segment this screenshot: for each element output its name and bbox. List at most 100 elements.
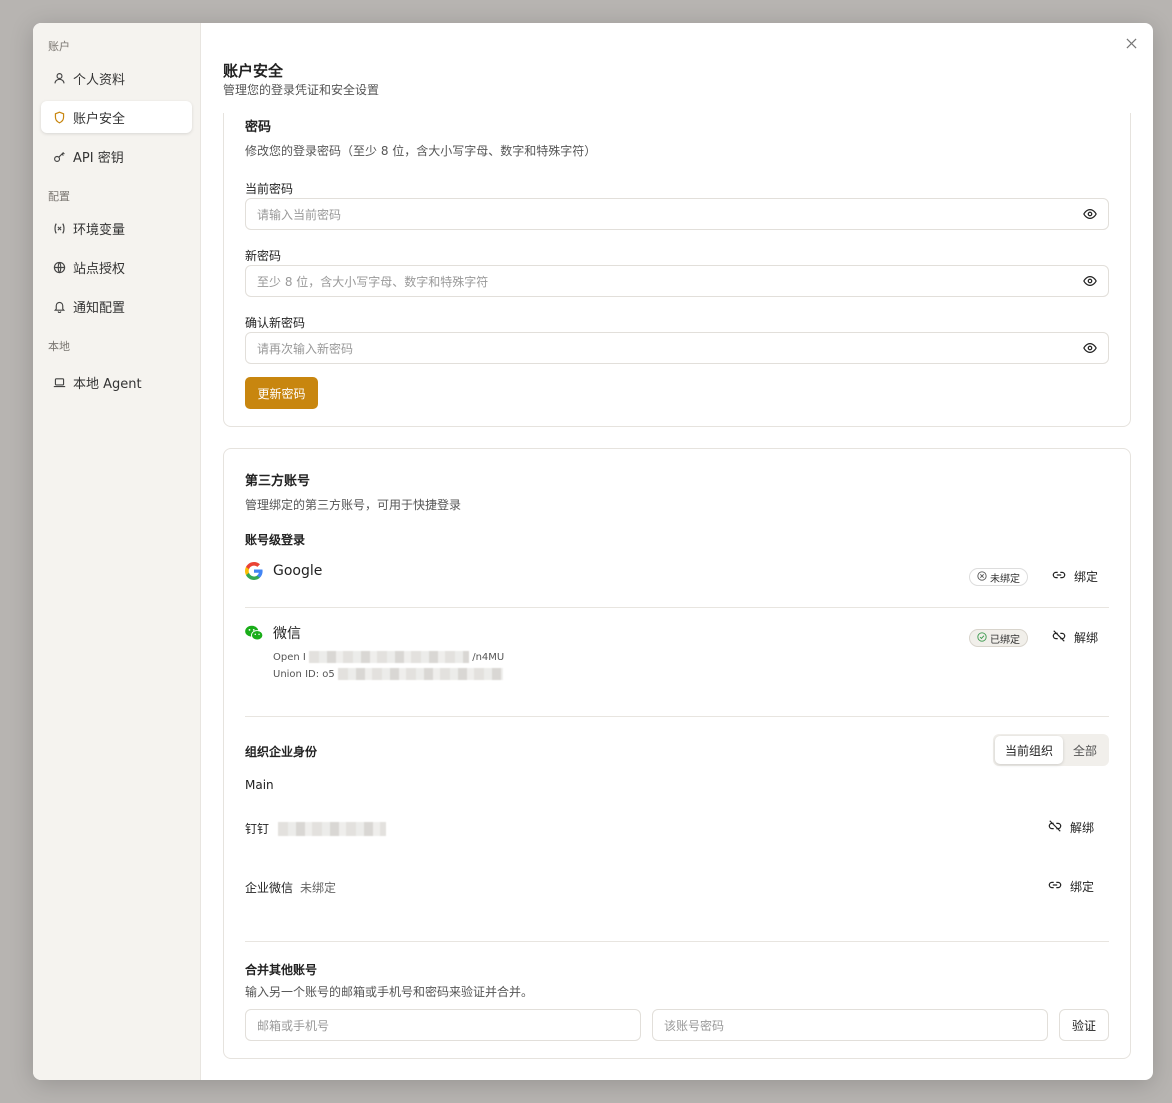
page-header: 账户安全 管理您的登录凭证和安全设置 xyxy=(223,61,379,99)
sidebar-item-notifications[interactable]: 通知配置 xyxy=(41,290,192,322)
org-scope-toggle: 当前组织 全部 xyxy=(992,734,1109,766)
sidebar-item-label: 个人资料 xyxy=(73,72,126,88)
google-bind-label: 绑定 xyxy=(1073,570,1098,584)
redacted-value xyxy=(309,651,470,663)
dingtalk-row: 钉钉 xyxy=(245,820,387,837)
sidebar-item-local-agent[interactable]: 本地 Agent xyxy=(41,366,192,398)
org-name: Main xyxy=(245,778,274,792)
new-password-field[interactable]: 至少 8 位，含大小写字母、数字和特殊字符 xyxy=(245,265,1109,297)
current-password-field[interactable]: 请输入当前密码 xyxy=(245,198,1109,230)
link-icon xyxy=(1052,568,1066,585)
unlink-icon xyxy=(1052,629,1066,646)
eye-icon[interactable] xyxy=(1083,207,1097,221)
shield-icon xyxy=(52,110,66,124)
wechat-status-text: 已绑定 xyxy=(990,634,1020,646)
sidebar: 账户 个人资料 账户安全 API 密钥 配置 环境变量 站点授权 通知配置 本地 xyxy=(33,23,201,1080)
google-bind-button[interactable]: 绑定 xyxy=(1052,568,1098,585)
eye-icon[interactable] xyxy=(1083,274,1097,288)
union-id-prefix: o5 xyxy=(322,669,335,680)
wechat-unbind-button[interactable]: 解绑 xyxy=(1052,629,1098,646)
divider xyxy=(245,607,1109,608)
main-panel: 账户安全 管理您的登录凭证和安全设置 密码 修改您的登录密码（至少 8 位，含大… xyxy=(201,23,1153,1080)
unlink-icon xyxy=(1048,819,1062,836)
confirm-password-field[interactable]: 请再次输入新密码 xyxy=(245,332,1109,364)
sidebar-item-site-auth[interactable]: 站点授权 xyxy=(41,251,192,283)
sidebar-item-security[interactable]: 账户安全 xyxy=(41,101,192,133)
current-password-placeholder: 请输入当前密码 xyxy=(257,207,342,222)
merge-password-input[interactable]: 该账号密码 xyxy=(652,1009,1048,1041)
scope-all[interactable]: 全部 xyxy=(1063,736,1107,764)
close-button[interactable] xyxy=(1123,35,1139,51)
sidebar-item-label: 本地 Agent xyxy=(73,376,142,392)
password-card: 密码 修改您的登录密码（至少 8 位，含大小写字母、数字和特殊字符） 当前密码 … xyxy=(223,113,1131,427)
dingtalk-name: 钉钉 xyxy=(245,822,270,836)
variable-icon xyxy=(52,221,66,235)
wechat-unbind-label: 解绑 xyxy=(1073,631,1098,645)
scope-current-org[interactable]: 当前组织 xyxy=(994,736,1063,764)
laptop-icon xyxy=(52,375,66,389)
merge-title: 合并其他账号 xyxy=(245,963,318,977)
union-id-label: Union ID: xyxy=(273,669,320,680)
password-subtitle: 修改您的登录密码（至少 8 位，含大小写字母、数字和特殊字符） xyxy=(245,144,597,158)
wecom-bind-label: 绑定 xyxy=(1069,880,1094,894)
third-party-title: 第三方账号 xyxy=(245,474,311,489)
wechat-name: 微信 xyxy=(273,626,301,642)
sidebar-item-label: 站点授权 xyxy=(73,261,126,277)
open-id-label: Open I xyxy=(273,652,306,663)
update-password-button[interactable]: 更新密码 xyxy=(245,377,318,409)
google-name: Google xyxy=(273,563,323,579)
new-password-placeholder: 至少 8 位，含大小写字母、数字和特殊字符 xyxy=(257,274,489,289)
wechat-logo-icon xyxy=(245,624,263,642)
wechat-row: 微信 xyxy=(245,623,301,643)
google-row: Google xyxy=(245,562,322,580)
third-party-subtitle: 管理绑定的第三方账号，可用于快捷登录 xyxy=(245,498,462,512)
merge-subtitle: 输入另一个账号的邮箱或手机号和密码来验证并合并。 xyxy=(245,985,534,999)
wechat-open-id: Open I /n4MU xyxy=(273,651,504,663)
sidebar-item-label: 账户安全 xyxy=(73,111,126,127)
verify-button[interactable]: 验证 xyxy=(1059,1009,1109,1041)
dingtalk-unbind-label: 解绑 xyxy=(1069,821,1094,835)
current-password-label: 当前密码 xyxy=(245,182,294,196)
merge-account-placeholder: 邮箱或手机号 xyxy=(257,1018,330,1033)
sidebar-item-env-vars[interactable]: 环境变量 xyxy=(41,212,192,244)
bell-icon xyxy=(52,299,66,313)
wechat-union-id: Union ID: o5 xyxy=(273,668,503,680)
google-status-badge: 未绑定 xyxy=(969,568,1028,586)
account-level-label: 账号级登录 xyxy=(245,533,306,547)
check-circle-icon xyxy=(977,631,987,645)
org-name-text: Main xyxy=(245,778,274,792)
google-status-text: 未绑定 xyxy=(990,573,1020,585)
wecom-row: 企业微信 未绑定 xyxy=(245,879,336,896)
page-title: 账户安全 xyxy=(223,62,284,80)
dingtalk-unbind-button[interactable]: 解绑 xyxy=(1048,819,1094,836)
sidebar-item-api-keys[interactable]: API 密钥 xyxy=(41,140,192,172)
key-icon xyxy=(52,149,66,163)
merge-account-input[interactable]: 邮箱或手机号 xyxy=(245,1009,641,1041)
sidebar-section-account: 账户 xyxy=(48,40,70,53)
wecom-name: 企业微信 xyxy=(245,881,294,895)
wecom-status: 未绑定 xyxy=(300,881,337,895)
google-logo-icon xyxy=(245,562,263,580)
redacted-value xyxy=(337,668,503,680)
close-icon xyxy=(1125,34,1137,53)
sidebar-section-config: 配置 xyxy=(48,190,70,203)
merge-password-placeholder: 该账号密码 xyxy=(664,1018,725,1033)
link-icon xyxy=(1048,878,1062,895)
password-title: 密码 xyxy=(245,120,272,135)
sidebar-item-label: 环境变量 xyxy=(73,222,126,238)
sidebar-section-local: 本地 xyxy=(48,340,70,353)
third-party-card: 第三方账号 管理绑定的第三方账号，可用于快捷登录 账号级登录 Google 未绑… xyxy=(223,448,1131,1059)
page-subtitle: 管理您的登录凭证和安全设置 xyxy=(223,83,380,97)
open-id-suffix: /n4MU xyxy=(472,652,505,663)
sidebar-item-label: 通知配置 xyxy=(73,300,126,316)
divider xyxy=(245,716,1109,717)
eye-icon[interactable] xyxy=(1083,341,1097,355)
sidebar-item-label: API 密钥 xyxy=(73,150,124,166)
settings-modal: 账户 个人资料 账户安全 API 密钥 配置 环境变量 站点授权 通知配置 本地 xyxy=(33,23,1153,1080)
confirm-password-label: 确认新密码 xyxy=(245,316,306,330)
content-scroll[interactable]: 密码 修改您的登录密码（至少 8 位，含大小写字母、数字和特殊字符） 当前密码 … xyxy=(223,113,1131,1080)
globe-icon xyxy=(52,260,66,274)
wechat-status-badge: 已绑定 xyxy=(969,629,1028,647)
wecom-bind-button[interactable]: 绑定 xyxy=(1048,878,1094,895)
sidebar-item-profile[interactable]: 个人资料 xyxy=(41,62,192,94)
